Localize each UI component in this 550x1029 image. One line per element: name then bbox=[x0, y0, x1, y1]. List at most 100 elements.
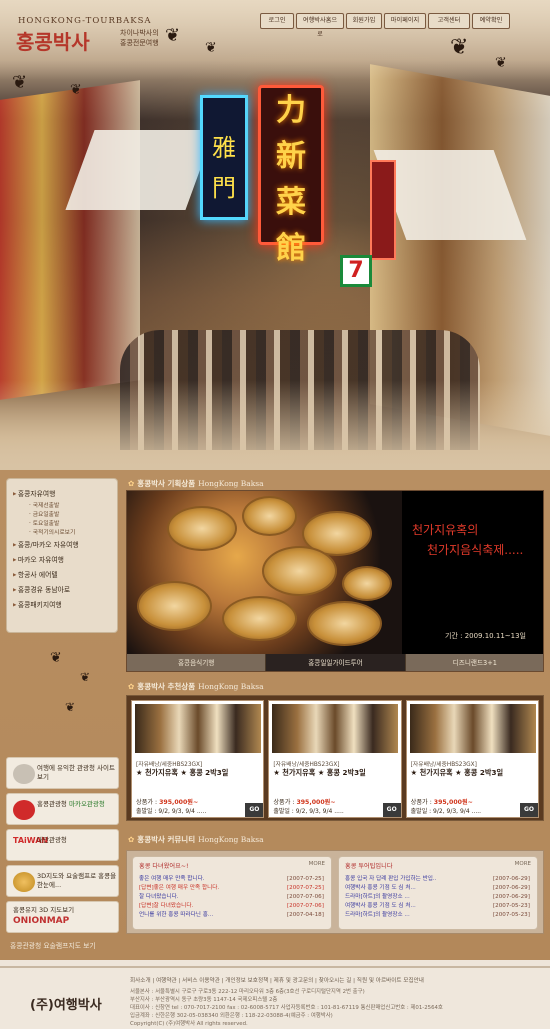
review-board: 홍콩 다녀왔어요~! MORE 좋은 여행 매우 만족 합니다. [2007-07… bbox=[132, 856, 332, 930]
hk-tourism-banner[interactable]: 홍콩관광청 마카오관광청 bbox=[6, 793, 119, 825]
list-item[interactable]: 좋은 여행 매우 만족 합니다. [2007-07-25] bbox=[139, 875, 327, 883]
menu-via-hk[interactable]: 홍콩경유 동남아로 bbox=[13, 583, 111, 598]
list-item[interactable]: 드라마[하트]의 촬영장소 ... [2007-06-29] bbox=[345, 893, 533, 901]
flower-icon: ✿ bbox=[128, 835, 135, 844]
logo-subtitle: 홍콩전문여행 bbox=[120, 39, 159, 47]
hero-image: 雅 門 力 新 菜 館 7 ❦ ❦ ❦ ❦ ❦ ❦ bbox=[0, 0, 550, 470]
tourtip-board-title[interactable]: 홍콩 투어팁입니다 bbox=[345, 861, 393, 870]
dimsum-basket bbox=[167, 506, 237, 551]
submenu-item[interactable]: 국적기의시로보기 bbox=[13, 529, 111, 538]
footer-bank: 입금계좌 : 신한은행 302-05-038340 외환은행 : 118-22-… bbox=[130, 1013, 333, 1019]
dimsum-basket bbox=[242, 496, 297, 536]
nav-join[interactable]: 회원가입 bbox=[346, 13, 382, 29]
butterfly-icon: ❦ bbox=[165, 25, 181, 46]
product-price: 상품가 : 395,000원~ bbox=[273, 799, 336, 806]
featured-heading: ✿ 홍콩박사 기획상품 HongKong Baksa bbox=[128, 479, 264, 488]
logo-subtitle: 차이나박사의 bbox=[120, 29, 159, 37]
list-item[interactable]: 드라마[하트]의 촬영장소 ... [2007-05-23] bbox=[345, 911, 533, 919]
dimsum-basket bbox=[137, 581, 212, 631]
product-name[interactable]: ★ 천가지유혹 ★ 홍콩 2박3일 bbox=[136, 768, 228, 778]
dimsum-image bbox=[127, 491, 402, 654]
magic-lamp-icon bbox=[13, 872, 35, 892]
go-button[interactable]: GO bbox=[519, 803, 538, 817]
footer-logo[interactable]: (주)여행박사 bbox=[30, 994, 102, 1013]
3d-map-banner[interactable]: 3D지도와 요술램프로 홍콩을 한눈에... bbox=[6, 865, 119, 897]
community-heading: ✿ 홍콩박사 커뮤니티 HongKong Baksa bbox=[128, 835, 264, 844]
product-photo[interactable] bbox=[409, 704, 536, 753]
submenu-item[interactable]: 국제선출발 bbox=[13, 502, 111, 511]
magic-lamp-map-link[interactable]: 홍콩관광청 요술램프지도 보기 bbox=[10, 940, 96, 950]
menu-hk-macau[interactable]: 홍콩/마카오 자유여행 bbox=[13, 538, 111, 553]
tab-disneyland[interactable]: 디즈니랜드3+1 bbox=[405, 654, 543, 671]
hanging-sign bbox=[370, 160, 396, 260]
dimsum-basket bbox=[307, 601, 382, 646]
featured-subtitle: 천가지음식축제..... bbox=[427, 543, 524, 557]
onionmap-banner[interactable]: 홍콩유지 3D 지도보기 ONIONMAP bbox=[6, 901, 119, 933]
review-board-title[interactable]: 홍콩 다녀왔어요~! bbox=[139, 861, 188, 870]
product-code: [자유배낭/세중HBS23GX] bbox=[410, 762, 477, 768]
signpost-icon bbox=[13, 764, 35, 784]
footer: (주)여행박사 회사소개 | 여행약관 | 서비스 이용약관 | 개인정보 보호… bbox=[0, 966, 550, 1029]
tourism-links-banner[interactable]: 여행에 유익한 관광청 사이트보기 bbox=[6, 757, 119, 789]
taiwan-tourism-banner[interactable]: TAiWAN 대만관광청 bbox=[6, 829, 119, 861]
go-button[interactable]: GO bbox=[382, 803, 401, 817]
butterfly-icon: ❦ bbox=[12, 72, 28, 93]
product-dates: 출발일 : 9/2, 9/3, 9/4 ..... bbox=[273, 808, 344, 815]
list-item[interactable]: 여행박사 홍콩 기점 도 심 처... [2007-05-23] bbox=[345, 902, 533, 910]
menu-airtel[interactable]: 항공사 에어텔 bbox=[13, 568, 111, 583]
list-item[interactable]: [답변]잘 다녀왔습니다. [2007-07-06] bbox=[139, 902, 327, 910]
footer-links[interactable]: 회사소개 | 여행약관 | 서비스 이용약관 | 개인정보 보호정책 | 제휴 … bbox=[130, 976, 424, 984]
submenu-item[interactable]: 금요일출발 bbox=[13, 511, 111, 520]
product-card[interactable]: [자유배낭/세중HBS23GX] ★ 천가지유혹 ★ 홍콩 2박3일 상품가 :… bbox=[131, 700, 265, 818]
product-card[interactable]: [자유배낭/세중HBS23GX] ★ 천가지유혹 ★ 홍콩 2박3일 상품가 :… bbox=[268, 700, 402, 818]
product-photo[interactable] bbox=[135, 704, 261, 753]
nav-mypage[interactable]: 마이페이지 bbox=[384, 13, 426, 29]
banner-extra[interactable]: 마카오관광청 bbox=[69, 800, 105, 808]
product-name[interactable]: ★ 천가지유혹 ★ 홍콩 2박3일 bbox=[411, 768, 503, 778]
tab-food-tour[interactable]: 홍콩음식기행 bbox=[127, 654, 267, 671]
banner-label: 홍콩관광청 bbox=[37, 800, 67, 808]
recommended-products: [자유배낭/세중HBS23GX] ★ 천가지유혹 ★ 홍콩 2박3일 상품가 :… bbox=[126, 695, 544, 821]
more-link[interactable]: MORE bbox=[515, 861, 531, 867]
bottom-fade bbox=[0, 380, 550, 470]
more-link[interactable]: MORE bbox=[309, 861, 325, 867]
neon-sign-blue: 雅 門 bbox=[200, 95, 248, 220]
menu-package[interactable]: 홍콩패키지여행 bbox=[13, 598, 111, 613]
butterfly-icon: ❦ bbox=[450, 35, 469, 60]
go-button[interactable]: GO bbox=[245, 803, 264, 817]
product-name[interactable]: ★ 천가지유혹 ★ 홍콩 2박3일 bbox=[273, 768, 365, 778]
dimsum-basket bbox=[262, 546, 337, 596]
logo-english[interactable]: HONGKONG-TOURBAKSA bbox=[18, 16, 152, 26]
onionmap-logo: ONIONMAP bbox=[13, 916, 70, 926]
list-item[interactable]: 잘 다녀왔습니다. [2007-07-06] bbox=[139, 893, 327, 901]
nav-support[interactable]: 고객센터 bbox=[428, 13, 470, 29]
nav-login[interactable]: 로그인 bbox=[260, 13, 294, 29]
submenu-item[interactable]: 토요일출발 bbox=[13, 520, 111, 529]
menu-macau[interactable]: 마카오 자유여행 bbox=[13, 553, 111, 568]
footer-address: 서울본사 : 서울특별시 구로구 구로3동 222-12 마리오타워 3층 6층… bbox=[130, 989, 365, 995]
nav-reservation[interactable]: 예약확인 bbox=[472, 13, 510, 29]
taiwan-logo-icon: TAiWAN bbox=[13, 836, 49, 845]
product-card[interactable]: [자유배낭/세중HBS23GX] ★ 천가지유혹 ★ 홍콩 2박3일 상품가 :… bbox=[405, 700, 539, 818]
tab-day-guide[interactable]: 홍콩일일가이드투어 bbox=[266, 654, 406, 671]
featured-banner[interactable]: 천가지유혹의 천가지음식축제..... 기간 : 2009.10.11~13일 … bbox=[126, 490, 544, 672]
neon-sign-red: 力 新 菜 館 bbox=[258, 85, 324, 266]
list-item[interactable]: [답변]좋은 여행 매우 만족 합니다. [2007-07-25] bbox=[139, 884, 327, 892]
community-section: 홍콩 다녀왔어요~! MORE 좋은 여행 매우 만족 합니다. [2007-07… bbox=[126, 850, 544, 934]
banner-list: 여행에 유익한 관광청 사이트보기 홍콩관광청 마카오관광청 TAiWAN 대만… bbox=[6, 757, 119, 937]
menu-hongkong-free[interactable]: 홍콩자유여행 bbox=[13, 487, 111, 502]
list-item[interactable]: 홍콩 입국 자 답례 판입 가입하는 반입.. [2007-06-29] bbox=[345, 875, 533, 883]
butterfly-icon: ❦ bbox=[70, 82, 82, 98]
tourtip-board: 홍콩 투어팁입니다 MORE 홍콩 입국 자 답례 판입 가입하는 반입.. [2… bbox=[338, 856, 538, 930]
logo[interactable]: 홍콩박사 bbox=[16, 26, 90, 55]
featured-tabs: 홍콩음식기행 홍콩일일가이드투어 디즈니랜드3+1 bbox=[127, 654, 543, 671]
footer-branch: 부산지사 : 부산광역시 동구 초량3동 1147-14 국제오피스텔 2층 bbox=[130, 997, 278, 1003]
butterfly-icon: ❦ bbox=[80, 670, 91, 684]
list-item[interactable]: 언니를 위한 홍콩 따라다닌 홍... [2007-04-18] bbox=[139, 911, 327, 919]
footer-copyright: Copyright(C) (주)여행박사 All rights reserved… bbox=[130, 1021, 248, 1027]
product-photo[interactable] bbox=[272, 704, 399, 753]
butterfly-icon: ❦ bbox=[205, 40, 217, 56]
nav-home[interactable]: 여행박사홈으로 bbox=[296, 13, 344, 38]
list-item[interactable]: 여행박사 홍콩 기점 도 심 처... [2007-06-29] bbox=[345, 884, 533, 892]
butterfly-decoration: ❦ ❦ ❦ bbox=[10, 640, 118, 740]
